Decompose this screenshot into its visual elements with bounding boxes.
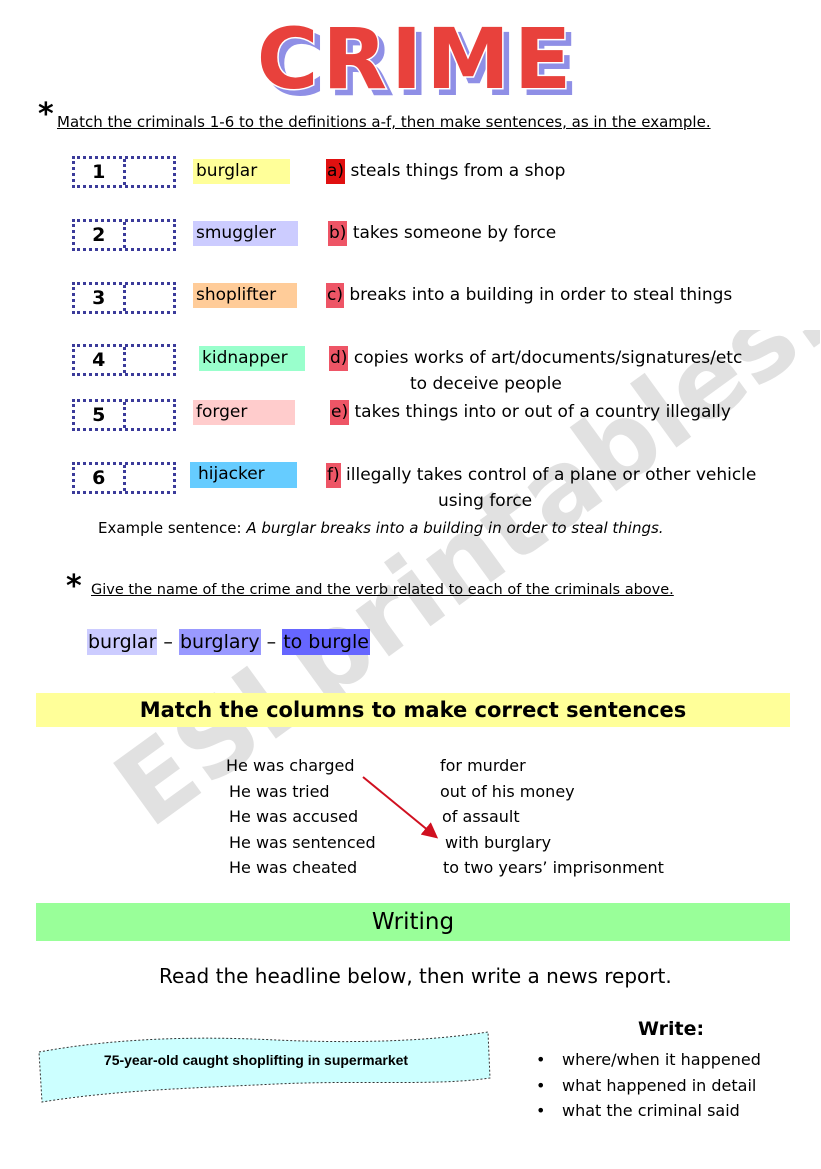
- write-point: what the criminal said: [536, 1098, 761, 1124]
- criminal-word: kidnapper: [199, 346, 305, 371]
- verb-term: to burgle: [282, 629, 370, 655]
- write-point: what happened in detail: [536, 1073, 761, 1099]
- criminal-number: 5: [92, 404, 106, 426]
- answer-box-6: 6: [72, 462, 176, 494]
- definition-e: e) takes things into or out of a country…: [330, 400, 731, 425]
- definition-f-continued: using force: [438, 491, 533, 511]
- answer-cell[interactable]: [122, 222, 174, 248]
- exercise1-instruction: Match the criminals 1-6 to the definitio…: [57, 113, 711, 131]
- sentence-start: He was sentenced: [229, 832, 376, 852]
- word-family-example: burglar – burglary – to burgle: [87, 629, 370, 655]
- criminal-term: burglar: [87, 629, 158, 655]
- definition-b: b) takes someone by force: [328, 221, 556, 246]
- write-points-list: where/when it happened what happened in …: [536, 1047, 761, 1124]
- answer-cell[interactable]: [122, 402, 174, 428]
- definition-text: breaks into a building in order to steal…: [349, 285, 733, 305]
- separator: –: [157, 631, 179, 653]
- sentence-end: for murder: [440, 756, 526, 775]
- criminal-number: 2: [92, 224, 106, 246]
- criminal-word: shoplifter: [193, 283, 297, 308]
- definition-d: d) copies works of art/documents/signatu…: [329, 346, 742, 371]
- definition-letter: e): [330, 400, 350, 425]
- title-text: CRIME: [257, 18, 576, 108]
- sentence-start: He was cheated: [229, 858, 358, 877]
- headline-text: 75-year-old caught shoplifting in superm…: [103, 1052, 409, 1068]
- definition-text: takes someone by force: [352, 223, 557, 243]
- definition-c: c) breaks into a building in order to st…: [326, 283, 732, 308]
- answer-box-2: 2: [72, 219, 176, 251]
- definition-letter: a): [326, 159, 346, 184]
- writing-instruction: Read the headline below, then write a ne…: [159, 964, 672, 988]
- answer-box-4: 4: [72, 344, 176, 376]
- definition-text: copies works of art/documents/signatures…: [353, 348, 743, 368]
- example-text: A burglar breaks into a building in orde…: [246, 519, 664, 537]
- criminal-number: 6: [92, 467, 106, 489]
- star-bullet: *: [66, 569, 82, 604]
- right-column: for murder out of his money of assault w…: [440, 753, 664, 881]
- answer-cell[interactable]: [122, 285, 174, 311]
- sentence-start: He was charged: [226, 756, 355, 775]
- crime-term: burglary: [178, 629, 261, 655]
- definition-letter: d): [329, 346, 349, 371]
- criminal-word: burglar: [193, 159, 290, 184]
- example-label: Example sentence:: [98, 519, 247, 537]
- answer-box-1: 1: [72, 156, 176, 188]
- sentence-end: out of his money: [440, 781, 575, 801]
- criminal-word: forger: [193, 400, 295, 425]
- writing-banner: Writing: [36, 903, 790, 941]
- criminal-number: 3: [92, 287, 106, 309]
- left-column: He was charged He was tried He was accus…: [226, 753, 376, 881]
- sentence-start: He was accused: [229, 807, 359, 826]
- criminal-number: 4: [92, 349, 106, 371]
- definition-letter: c): [326, 283, 344, 308]
- answer-cell[interactable]: [122, 347, 174, 373]
- answer-box-3: 3: [72, 282, 176, 314]
- sentence-start: He was tried: [229, 781, 330, 801]
- criminal-word: hijacker: [190, 462, 297, 488]
- definition-letter: b): [328, 221, 348, 246]
- answer-cell[interactable]: [122, 465, 174, 491]
- definition-text: takes things into or out of a country il…: [354, 402, 731, 422]
- criminal-word: smuggler: [193, 221, 298, 246]
- definition-a: a) steals things from a shop: [326, 159, 565, 184]
- sentence-end: with burglary: [445, 832, 552, 852]
- sentence-end: to two years’ imprisonment: [443, 858, 664, 877]
- example-arrow-icon: [362, 776, 439, 839]
- sentence-end: of assault: [442, 807, 520, 826]
- headline-box: 75-year-old caught shoplifting in superm…: [36, 1030, 492, 1106]
- write-point: where/when it happened: [536, 1047, 761, 1073]
- definition-d-continued: to deceive people: [410, 374, 562, 394]
- definition-text: illegally takes control of a plane or ot…: [346, 465, 757, 485]
- criminal-number: 1: [92, 161, 106, 183]
- answer-box-5: 5: [72, 399, 176, 431]
- answer-cell[interactable]: [122, 159, 174, 185]
- exercise2-instruction: Give the name of the crime and the verb …: [91, 582, 674, 598]
- star-bullet: *: [38, 97, 54, 132]
- page-title: CRIME CRIME: [236, 9, 596, 116]
- match-columns-banner: Match the columns to make correct senten…: [36, 693, 790, 727]
- definition-text: steals things from a shop: [350, 161, 566, 181]
- definition-f: f) illegally takes control of a plane or…: [326, 463, 756, 488]
- separator: –: [260, 631, 283, 653]
- write-title: Write:: [638, 1018, 705, 1040]
- example-sentence: Example sentence: A burglar breaks into …: [98, 519, 664, 537]
- definition-letter: f): [326, 463, 341, 488]
